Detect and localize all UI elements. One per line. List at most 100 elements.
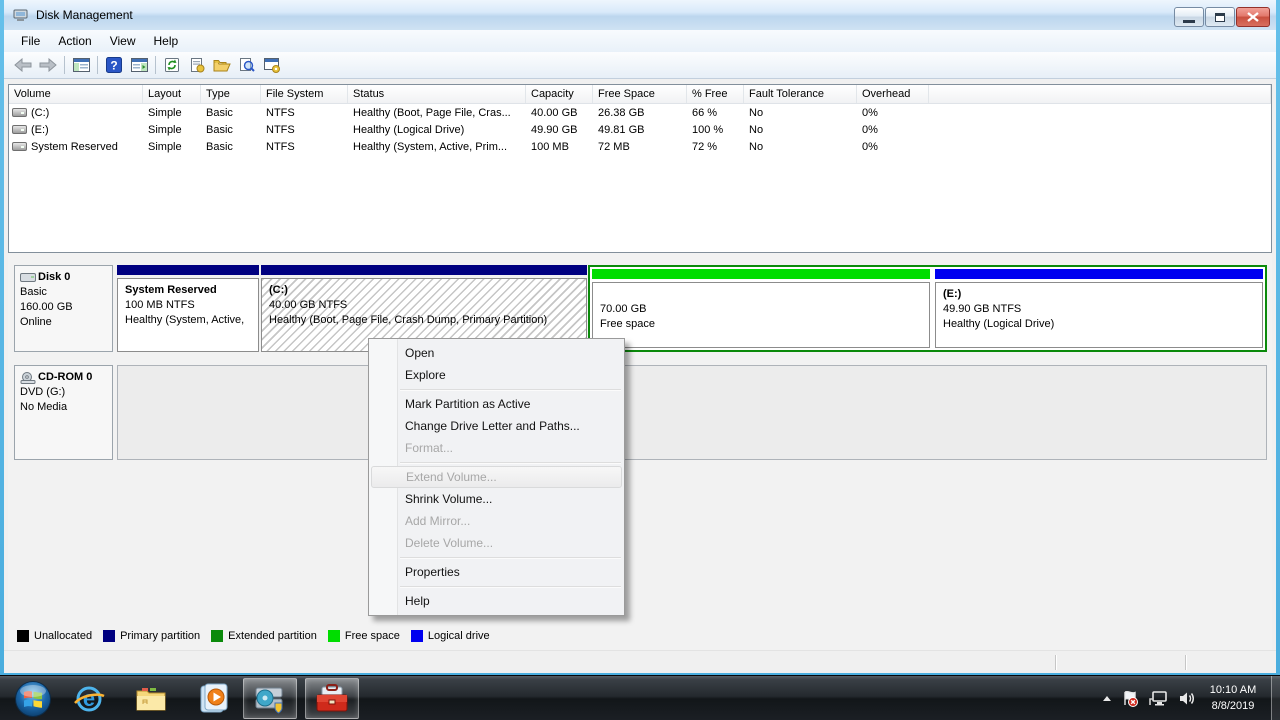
volume-icon[interactable]: [1178, 690, 1196, 707]
column-header-pct-free[interactable]: % Free: [687, 85, 744, 103]
menu-action[interactable]: Action: [49, 31, 100, 51]
column-header-fault-tolerance[interactable]: Fault Tolerance: [744, 85, 857, 103]
cell-fault-tolerance: No: [744, 124, 857, 136]
toolbar-separator: [64, 56, 65, 74]
column-header-file-system[interactable]: File System: [261, 85, 348, 103]
taskbar-clock[interactable]: 10:10 AM 8/8/2019: [1200, 682, 1266, 714]
volume-row-e[interactable]: (E:) Simple Basic NTFS Healthy (Logical …: [9, 121, 1271, 138]
cell-pct-free: 66 %: [687, 107, 744, 119]
menu-item-change-drive-letter[interactable]: Change Drive Letter and Paths...: [369, 415, 624, 437]
drive-icon: [12, 142, 27, 151]
disk-management-icon: [253, 683, 287, 715]
disk-type: DVD (G:): [20, 385, 110, 400]
partition-status: Healthy (Logical Drive): [943, 317, 1260, 332]
manage-icon[interactable]: [263, 56, 281, 74]
close-button[interactable]: [1236, 7, 1270, 27]
back-icon[interactable]: [14, 56, 32, 74]
cell-file-system: NTFS: [261, 124, 348, 136]
open-icon[interactable]: [213, 56, 231, 74]
volume-row-c[interactable]: (C:) Simple Basic NTFS Healthy (Boot, Pa…: [9, 104, 1271, 121]
partition-size: 49.90 GB NTFS: [943, 302, 1260, 317]
titlebar[interactable]: Disk Management: [4, 0, 1276, 30]
volume-name: System Reserved: [31, 141, 118, 153]
mmc-client-area: Volume Layout Type File System Status Ca…: [4, 79, 1276, 650]
export-list-icon[interactable]: [188, 56, 206, 74]
find-icon[interactable]: [238, 56, 256, 74]
taskbar-toolbox-button[interactable]: [305, 678, 359, 719]
svg-text:e: e: [83, 686, 95, 711]
volume-list-pane: Volume Layout Type File System Status Ca…: [8, 84, 1272, 253]
network-icon[interactable]: [1148, 690, 1168, 707]
legend-item-unallocated: Unallocated: [17, 630, 92, 642]
column-header-free-space[interactable]: Free Space: [593, 85, 687, 103]
menu-item-help[interactable]: Help: [369, 590, 624, 612]
column-header-type[interactable]: Type: [201, 85, 261, 103]
action-center-icon[interactable]: [1121, 690, 1138, 707]
menu-help[interactable]: Help: [145, 31, 188, 51]
legend: Unallocated Primary partition Extended p…: [17, 630, 490, 642]
menu-item-mark-partition-active[interactable]: Mark Partition as Active: [369, 393, 624, 415]
menu-item-delete-volume: Delete Volume...: [369, 532, 624, 554]
menu-item-properties[interactable]: Properties: [369, 561, 624, 583]
menu-item-explore[interactable]: Explore: [369, 364, 624, 386]
disk0-label[interactable]: Disk 0 Basic 160.00 GB Online: [14, 265, 113, 352]
disk-status: Online: [20, 315, 110, 330]
minimize-button[interactable]: [1174, 7, 1204, 27]
column-header-status[interactable]: Status: [348, 85, 526, 103]
start-button[interactable]: [6, 678, 60, 719]
taskbar-internet-explorer-button[interactable]: e: [62, 678, 116, 719]
cdrom-media-area[interactable]: [117, 365, 1267, 460]
partition-color-strip: [935, 269, 1263, 279]
partition-free-space[interactable]: 70.00 GB Free space: [592, 269, 930, 348]
maximize-button[interactable]: [1205, 7, 1235, 27]
taskbar: e: [0, 675, 1280, 720]
legend-item-extended: Extended partition: [211, 630, 317, 642]
partition-status: Free space: [600, 317, 927, 332]
show-console-tree-icon[interactable]: [72, 56, 90, 74]
legend-chip-free-space: [328, 630, 340, 642]
column-header-overhead[interactable]: Overhead: [857, 85, 929, 103]
menu-separator: [400, 462, 621, 463]
legend-label: Unallocated: [34, 630, 92, 642]
menu-view[interactable]: View: [101, 31, 145, 51]
cell-status: Healthy (Boot, Page File, Cras...: [348, 107, 526, 119]
statusbar-separator: [1185, 655, 1186, 670]
cell-pct-free: 100 %: [687, 124, 744, 136]
menu-item-shrink-volume[interactable]: Shrink Volume...: [369, 488, 624, 510]
refresh-icon[interactable]: [163, 56, 181, 74]
cell-pct-free: 72 %: [687, 141, 744, 153]
internet-explorer-icon: e: [72, 683, 106, 715]
partition-e[interactable]: (E:) 49.90 GB NTFS Healthy (Logical Driv…: [935, 269, 1263, 348]
show-desktop-button[interactable]: [1271, 676, 1280, 720]
partition-context-menu: Open Explore Mark Partition as Active Ch…: [368, 338, 625, 616]
show-action-pane-icon[interactable]: [130, 56, 148, 74]
cdrom0-label[interactable]: CD-ROM 0 DVD (G:) No Media: [14, 365, 113, 460]
cell-overhead: 0%: [857, 141, 929, 153]
column-header-volume[interactable]: Volume: [9, 85, 143, 103]
column-header-layout[interactable]: Layout: [143, 85, 201, 103]
menu-item-open[interactable]: Open: [369, 342, 624, 364]
start-orb-icon: [14, 680, 52, 718]
column-header-capacity[interactable]: Capacity: [526, 85, 593, 103]
taskbar-disk-management-button[interactable]: [243, 678, 297, 719]
menu-separator: [400, 389, 621, 390]
minimize-icon: [1183, 20, 1195, 23]
show-hidden-icons-icon[interactable]: [1103, 696, 1111, 701]
partition-color-strip: [117, 265, 259, 275]
partition-size: 40.00 GB NTFS: [269, 298, 584, 313]
taskbar-windows-explorer-button[interactable]: [124, 678, 178, 719]
disk-type: Basic: [20, 285, 110, 300]
partition-system-reserved[interactable]: System Reserved 100 MB NTFS Healthy (Sys…: [117, 265, 259, 352]
help-icon[interactable]: ?: [105, 56, 123, 74]
maximize-icon: [1215, 13, 1225, 22]
menu-file[interactable]: File: [12, 31, 49, 51]
volume-row-system-reserved[interactable]: System Reserved Simple Basic NTFS Health…: [9, 138, 1271, 155]
windows-explorer-icon: [134, 684, 168, 714]
system-tray: [1103, 676, 1196, 720]
forward-icon[interactable]: [39, 56, 57, 74]
cell-free-space: 49.81 GB: [593, 124, 687, 136]
legend-chip-unallocated: [17, 630, 29, 642]
menu-separator: [400, 557, 621, 558]
taskbar-media-player-button[interactable]: [186, 678, 240, 719]
legend-item-logical: Logical drive: [411, 630, 490, 642]
